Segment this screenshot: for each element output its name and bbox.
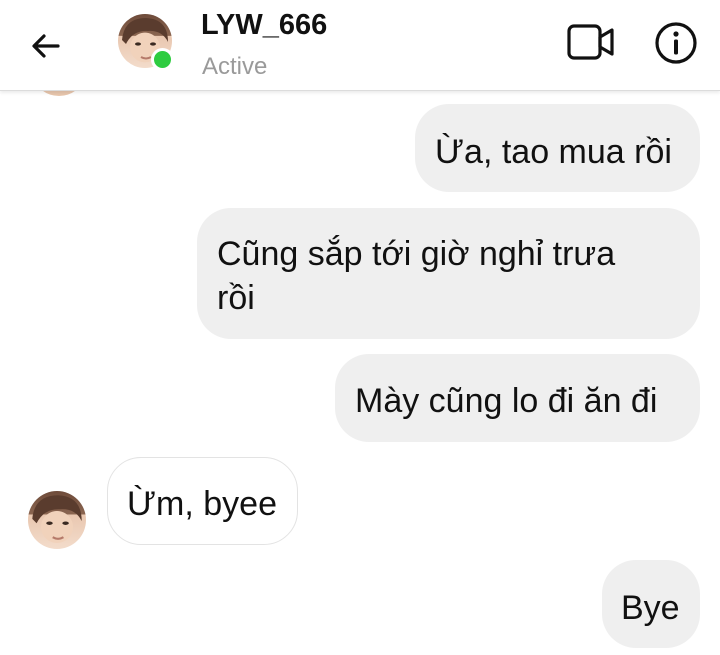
chat-header: LYW_666 Active xyxy=(0,0,720,91)
message-bubble-outgoing[interactable]: Ừa, tao mua rồi xyxy=(415,104,700,192)
back-arrow-icon[interactable] xyxy=(26,26,66,66)
sender-avatar[interactable] xyxy=(28,491,86,549)
video-call-icon[interactable] xyxy=(566,20,616,64)
message-bubble-incoming[interactable]: Ừm, byee xyxy=(107,457,298,545)
message-bubble-outgoing[interactable]: Mày cũng lo đi ăn đi xyxy=(335,354,700,442)
message-text: Ừa, tao mua rồi xyxy=(435,133,672,171)
message-text: Cũng sắp tới giờ nghỉ trưa rồi xyxy=(217,235,616,318)
message-bubble-outgoing[interactable]: Bye xyxy=(602,560,700,648)
message-text: Mày cũng lo đi ăn đi xyxy=(355,382,658,420)
contact-status: Active xyxy=(202,53,268,80)
message-text: Ừm, byee xyxy=(127,485,277,523)
contact-name[interactable]: LYW_666 xyxy=(201,9,327,42)
message-bubble-outgoing[interactable]: Cũng sắp tới giờ nghỉ trưa rồi xyxy=(197,208,700,339)
info-icon[interactable] xyxy=(654,21,698,65)
online-status-dot xyxy=(151,48,174,71)
message-text: Bye xyxy=(621,589,680,627)
